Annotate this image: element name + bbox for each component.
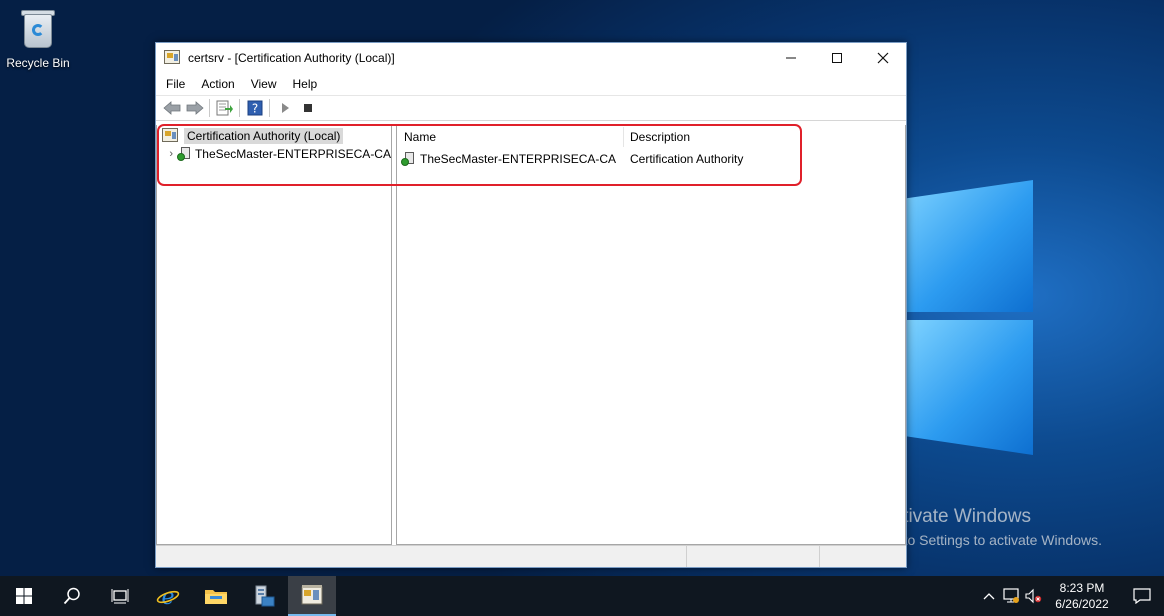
internet-explorer-button[interactable]: e	[144, 576, 192, 616]
maximize-icon	[832, 53, 842, 63]
status-segment	[820, 546, 906, 567]
certsrv-icon	[301, 585, 323, 605]
start-button[interactable]	[0, 576, 48, 616]
help-button[interactable]: ?	[243, 97, 266, 119]
forward-button[interactable]	[183, 97, 206, 119]
windows-wallpaper-logo	[905, 170, 1040, 470]
clock-time: 8:23 PM	[1059, 581, 1105, 595]
task-view-button[interactable]	[96, 576, 144, 616]
menu-help[interactable]: Help	[285, 77, 326, 91]
console-content: Certification Authority (Local) › TheSec…	[156, 125, 906, 545]
activation-watermark: Activate Windows Go to Settings to activ…	[881, 506, 1102, 548]
file-explorer-icon	[205, 590, 227, 604]
menu-view[interactable]: View	[243, 77, 285, 91]
volume-button[interactable]	[1022, 576, 1044, 616]
toolbar: ?	[156, 95, 906, 121]
server-manager-icon	[255, 585, 275, 607]
export-list-icon	[216, 100, 233, 116]
search-icon	[63, 587, 80, 605]
back-button[interactable]	[160, 97, 183, 119]
action-center-button[interactable]	[1120, 576, 1164, 616]
start-icon	[16, 588, 32, 604]
internet-explorer-icon: e	[156, 585, 180, 608]
svg-text:?: ?	[251, 102, 257, 116]
watermark-title: Activate Windows	[881, 506, 1031, 527]
recycle-bin-icon	[19, 8, 57, 50]
menu-action[interactable]: Action	[193, 77, 242, 91]
notifications-icon	[1133, 588, 1151, 604]
svg-text:e: e	[161, 585, 174, 608]
minimize-icon	[786, 57, 796, 59]
certsrv-taskbar-button[interactable]	[288, 576, 336, 616]
recycle-bin-label: Recycle Bin	[6, 56, 70, 70]
result-pane: Name Description TheSecMaster-ENTERPRISE…	[396, 125, 906, 545]
close-icon	[877, 52, 889, 64]
watermark-subtitle: Go to Settings to activate Windows.	[881, 532, 1102, 548]
volume-muted-icon	[1025, 588, 1042, 604]
stop-service-button[interactable]	[296, 97, 319, 119]
maximize-button[interactable]	[814, 43, 860, 73]
toolbar-separator	[239, 99, 240, 117]
help-icon: ?	[247, 100, 262, 116]
server-manager-button[interactable]	[240, 576, 288, 616]
back-arrow-icon	[162, 101, 180, 115]
export-list-button[interactable]	[213, 97, 236, 119]
chevron-up-icon	[983, 593, 995, 600]
task-view-icon	[111, 589, 129, 604]
play-icon	[281, 103, 289, 113]
minimize-button[interactable]	[768, 43, 814, 73]
toolbar-separator	[269, 99, 270, 117]
file-explorer-button[interactable]	[192, 576, 240, 616]
search-button[interactable]	[48, 576, 96, 616]
taskbar-clock[interactable]: 8:23 PM 6/26/2022	[1044, 580, 1120, 612]
annotation-highlight-box	[157, 124, 802, 186]
close-button[interactable]	[860, 43, 906, 73]
network-button[interactable]	[1000, 576, 1022, 616]
recycle-bin-shortcut[interactable]: Recycle Bin	[4, 8, 72, 70]
forward-arrow-icon	[186, 101, 204, 115]
stop-icon	[303, 104, 312, 112]
mmc-app-icon	[164, 50, 182, 66]
menu-file[interactable]: File	[158, 77, 193, 91]
toolbar-separator	[209, 99, 210, 117]
start-service-button[interactable]	[273, 97, 296, 119]
clock-date: 6/26/2022	[1055, 597, 1109, 611]
wallpaper-logo-pane-bottom	[905, 320, 1033, 455]
show-hidden-icons-button[interactable]	[978, 576, 1000, 616]
window-title: certsrv - [Certification Authority (Loca…	[188, 51, 395, 65]
title-bar[interactable]: certsrv - [Certification Authority (Loca…	[156, 43, 906, 73]
wallpaper-logo-pane-top	[905, 180, 1033, 312]
system-tray: 8:23 PM 6/26/2022	[978, 576, 1164, 616]
status-bar	[156, 545, 906, 567]
status-segment	[156, 546, 687, 567]
network-icon	[1003, 588, 1019, 603]
menu-bar: File Action View Help	[156, 73, 906, 95]
console-tree: Certification Authority (Local) › TheSec…	[156, 125, 392, 545]
certsrv-window: certsrv - [Certification Authority (Loca…	[155, 42, 907, 568]
taskbar: e 8:23 PM 6/26/2022	[0, 576, 1164, 616]
status-segment	[687, 546, 820, 567]
